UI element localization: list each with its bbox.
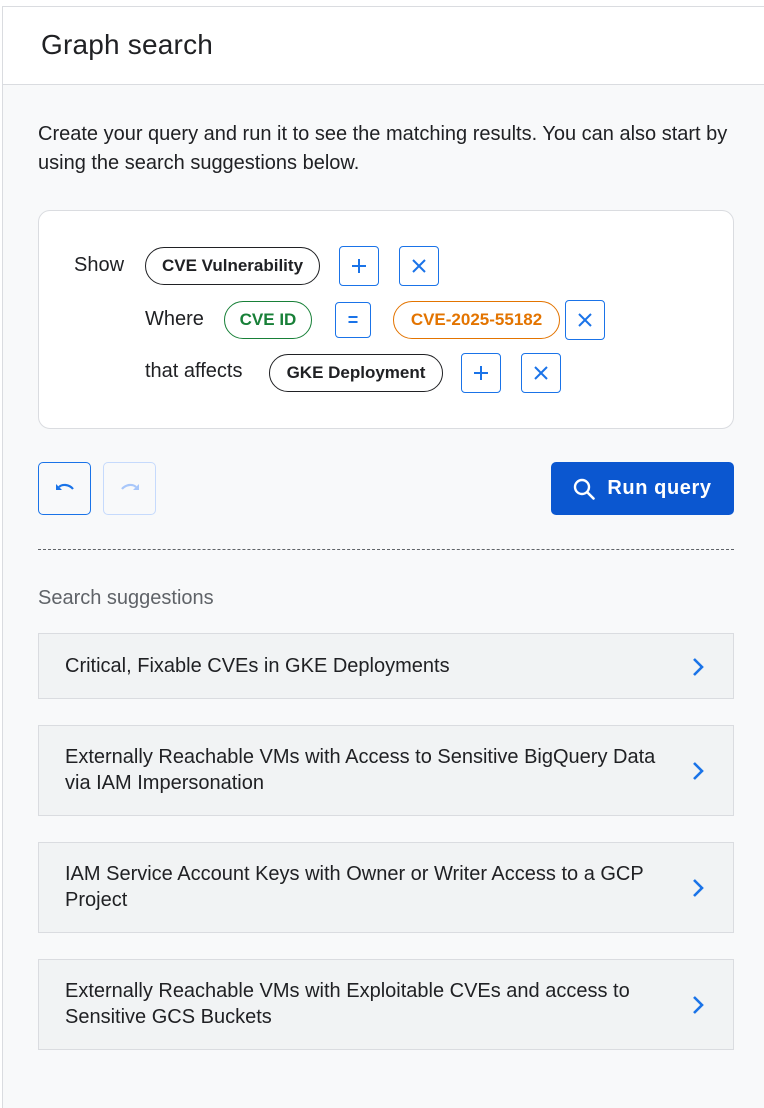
suggestions-title: Search suggestions (38, 587, 214, 609)
where-label: Where (145, 308, 204, 330)
show-label: Show (74, 254, 125, 276)
graph-search-panel: Graph search Create your query and run i… (2, 6, 764, 1108)
page-title: Graph search (41, 29, 214, 60)
intro-text: Create your query and run it to see the … (38, 123, 728, 174)
panel-header: Graph search (3, 7, 764, 85)
suggestion-label: Externally Reachable VMs with Exploitabl… (65, 980, 630, 1028)
undo-icon (55, 483, 74, 490)
suggestion-label: IAM Service Account Keys with Owner or W… (65, 863, 644, 911)
affects-label: that affects (145, 360, 243, 382)
section-divider (38, 549, 734, 550)
suggestion-item[interactable]: Critical, Fixable CVEs in GKE Deployment… (38, 633, 734, 699)
chevron-right-icon (693, 658, 704, 676)
entity-chip-cve-vulnerability[interactable]: CVE Vulnerability (145, 247, 320, 285)
close-icon (578, 313, 592, 327)
query-builder: Show CVE Vulnerability Where CVE ID = CV… (38, 210, 734, 429)
redo-button (103, 462, 156, 515)
remove-filter-button[interactable] (565, 300, 605, 340)
redo-icon (120, 483, 139, 490)
remove-entity-button[interactable] (399, 246, 439, 286)
suggestion-item[interactable]: Externally Reachable VMs with Exploitabl… (38, 959, 734, 1050)
suggestion-item[interactable]: Externally Reachable VMs with Access to … (38, 725, 734, 816)
suggestion-item[interactable]: IAM Service Account Keys with Owner or W… (38, 842, 734, 933)
suggestion-label: Critical, Fixable CVEs in GKE Deployment… (65, 655, 450, 677)
remove-relationship-button[interactable] (521, 353, 561, 393)
add-relationship-button[interactable] (461, 353, 501, 393)
close-icon (534, 366, 548, 380)
plus-icon (474, 366, 488, 380)
field-chip-cve-id[interactable]: CVE ID (224, 301, 312, 339)
close-icon (412, 259, 426, 273)
run-query-label: Run query (607, 477, 712, 499)
suggestion-label: Externally Reachable VMs with Access to … (65, 746, 656, 794)
chevron-right-icon (693, 879, 704, 897)
plus-icon (352, 259, 366, 273)
add-condition-button[interactable] (339, 246, 379, 286)
operator-equals-button[interactable]: = (335, 302, 371, 338)
search-icon (574, 478, 596, 500)
undo-button[interactable] (38, 462, 91, 515)
chevron-right-icon (693, 996, 704, 1014)
run-query-button[interactable]: Run query (551, 462, 734, 515)
value-chip-cve-id[interactable]: CVE-2025-55182 (393, 301, 560, 339)
entity-chip-gke-deployment[interactable]: GKE Deployment (269, 354, 443, 392)
chevron-right-icon (693, 762, 704, 780)
